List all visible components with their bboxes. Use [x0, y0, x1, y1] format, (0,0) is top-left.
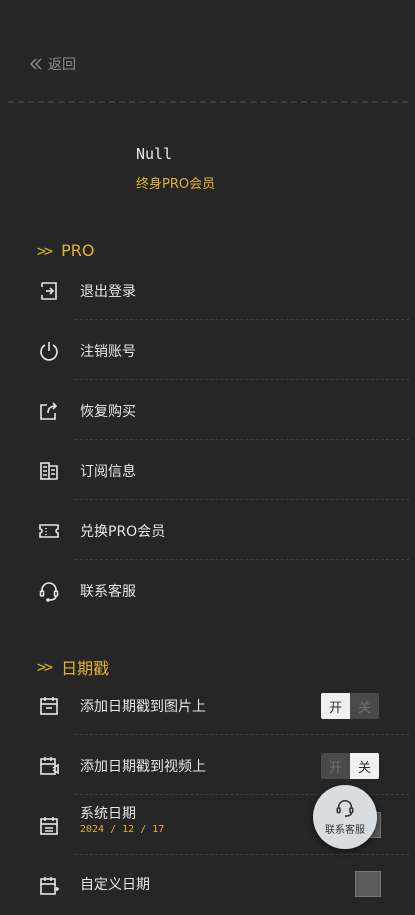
double-chevron-right-icon: >>	[37, 658, 53, 676]
back-label: 返回	[48, 57, 76, 73]
floating-contact-support-button[interactable]: 联系客服	[313, 785, 377, 849]
headset-icon	[336, 799, 354, 817]
back-button[interactable]: 返回	[28, 54, 76, 74]
logout-icon	[38, 280, 60, 302]
calendar-icon	[38, 695, 60, 717]
double-chevron-left-icon	[29, 58, 42, 70]
menu-item-restore-purchase[interactable]: 恢复购买	[0, 380, 415, 440]
custom-date-checkbox[interactable]	[355, 871, 381, 897]
menu-item-contact-support[interactable]: 联系客服	[0, 560, 415, 620]
setting-stamp-photos: 添加日期戳到图片上 开 关	[0, 675, 415, 735]
calendar-video-icon	[38, 755, 60, 777]
toggle-off-option[interactable]: 关	[350, 753, 379, 779]
membership-status: 终身PRO会员	[136, 177, 216, 192]
restore-icon	[38, 400, 60, 422]
toggle-on-option[interactable]: 开	[321, 753, 350, 779]
double-chevron-right-icon: >>	[37, 241, 53, 260]
calendar-icon	[38, 815, 60, 837]
document-icon	[38, 460, 60, 482]
toggle-on-option[interactable]: 开	[321, 693, 350, 719]
menu-item-logout[interactable]: 退出登录	[0, 260, 415, 320]
photo-stamp-toggle[interactable]: 开 关	[321, 693, 379, 719]
system-date-value: 2024 / 12 / 17	[80, 824, 165, 835]
ticket-icon	[38, 520, 60, 542]
menu-item-delete-account[interactable]: 注销账号	[0, 320, 415, 380]
section-title-pro: >> PRO	[37, 241, 95, 260]
power-icon	[38, 340, 60, 362]
menu-item-subscription-info[interactable]: 订阅信息	[0, 440, 415, 500]
setting-custom-date[interactable]: 自定义日期	[0, 855, 415, 915]
video-stamp-toggle[interactable]: 开 关	[321, 753, 379, 779]
user-name: Null	[136, 145, 173, 163]
headset-icon	[38, 580, 60, 602]
calendar-add-icon	[38, 875, 60, 897]
menu-item-redeem-pro[interactable]: 兑换PRO会员	[0, 500, 415, 560]
divider	[8, 101, 408, 103]
toggle-off-option[interactable]: 关	[350, 693, 379, 719]
